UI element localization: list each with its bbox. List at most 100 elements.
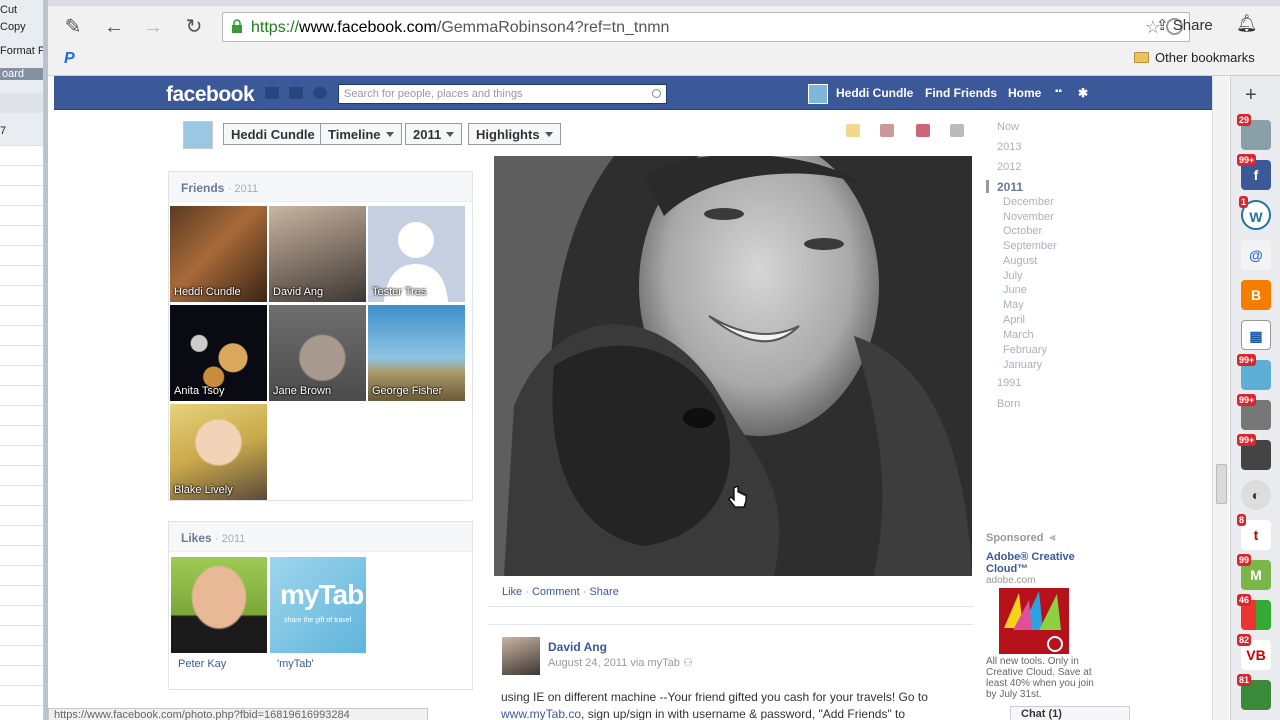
like-name-mytab[interactable]: 'myTab' — [277, 658, 314, 670]
audience-icon[interactable]: ⚇ — [683, 657, 693, 669]
page-scrollbar[interactable] — [1212, 76, 1229, 720]
forward-icon[interactable]: → — [140, 14, 166, 40]
notes-icon[interactable] — [846, 124, 860, 137]
timeline-year-label: 2011 — [413, 127, 442, 142]
timeline-tab-button[interactable]: Timeline — [320, 123, 402, 145]
gift-icon[interactable] — [880, 124, 894, 137]
timeline-view-button[interactable]: Highlights — [468, 123, 561, 145]
notifications-icon[interactable] — [313, 87, 327, 99]
scrubber-month[interactable]: May — [1003, 299, 1024, 311]
friend-tile[interactable]: David Ang — [269, 206, 366, 302]
t-app-icon[interactable]: t8 — [1237, 514, 1271, 550]
reload-icon[interactable]: ↻ — [181, 14, 207, 40]
grid-app-icon[interactable]: ▦ — [1241, 320, 1271, 350]
email-app-icon[interactable]: @ — [1241, 240, 1271, 270]
bookmark-p-icon[interactable]: P — [64, 50, 75, 68]
ad-title[interactable]: Adobe® Creative Cloud™ — [986, 551, 1096, 575]
fb-logo[interactable]: facebook — [166, 83, 255, 107]
share-link[interactable]: Share — [589, 586, 618, 598]
scrubber-year[interactable]: 1991 — [997, 377, 1021, 389]
other-bookmarks[interactable]: Other bookmarks — [1134, 50, 1255, 65]
share-button[interactable]: ⇪ Share — [1156, 16, 1213, 34]
highlight-photo[interactable] — [494, 156, 972, 576]
friend-tile[interactable]: Blake Lively — [170, 404, 267, 500]
wordpress-app-icon[interactable]: W1 — [1239, 196, 1271, 230]
friend-tile[interactable]: George Fisher — [368, 305, 465, 401]
scrubber-month[interactable]: July — [1003, 270, 1023, 282]
chat-button[interactable]: Chat (1) — [1010, 706, 1130, 720]
chevron-down-icon — [446, 132, 455, 137]
address-bar[interactable]: https://www.facebook.com/GemmaRobinson4?… — [222, 12, 1190, 42]
search-icon[interactable] — [652, 89, 661, 98]
scrubber-year-current[interactable]: 2011 — [997, 180, 1023, 194]
edit-icon[interactable]: ✎ — [60, 14, 86, 40]
friend-tile[interactable]: Anita Tsoy — [170, 305, 267, 401]
add-icon[interactable]: + — [1245, 84, 1257, 107]
scrubber-month[interactable]: January — [1003, 359, 1042, 371]
scrubber-month[interactable]: November — [1003, 211, 1054, 223]
friends-title[interactable]: Friends · 2011 — [181, 181, 258, 195]
scrubber-month[interactable]: December — [1003, 196, 1054, 208]
nav-profile[interactable]: Heddi Cundle — [836, 86, 913, 100]
scrubber-month[interactable]: February — [1003, 344, 1047, 356]
timeline-name: Heddi Cundle — [231, 127, 315, 142]
message-icon[interactable] — [950, 124, 964, 137]
scrubber-year[interactable]: Now — [997, 121, 1019, 133]
timeline-name-button[interactable]: Heddi Cundle — [223, 123, 323, 145]
post-author-avatar[interactable] — [502, 637, 540, 675]
ad-image[interactable] — [999, 588, 1069, 654]
back-icon[interactable]: ← — [101, 14, 127, 40]
user-avatar[interactable] — [808, 84, 828, 104]
lock-icon — [232, 19, 242, 33]
fb-search-input[interactable]: Search for people, places and things — [338, 84, 667, 104]
scrubber-month[interactable]: October — [1003, 225, 1042, 237]
like-tile-mytab[interactable]: myTab share the gift of travel — [270, 557, 366, 653]
bookmark-app-icon[interactable]: 99+ — [1237, 354, 1271, 390]
bookmark-app-icon[interactable]: 99+ — [1237, 394, 1271, 430]
like-link[interactable]: Like — [502, 586, 522, 598]
timeline-avatar[interactable] — [183, 121, 213, 149]
bookmark-app-icon[interactable]: 99+ — [1237, 434, 1271, 470]
scrubber-year[interactable]: 2012 — [997, 161, 1021, 173]
m-app-icon[interactable]: M 99 — [1237, 554, 1271, 590]
browser-toolbar: ✎ ← → ↻ https://www.facebook.com/GemmaRo… — [48, 0, 1280, 76]
bell-icon[interactable]: 🔔︎ — [1236, 14, 1258, 34]
nav-find-friends[interactable]: Find Friends — [925, 86, 997, 100]
scrubber-month[interactable]: March — [1003, 329, 1034, 341]
friend-tile[interactable]: Heddi Cundle — [170, 206, 267, 302]
friend-tile[interactable]: Jane Brown — [269, 305, 366, 401]
friend-requests-icon[interactable] — [265, 87, 279, 99]
bookmark-app-icon[interactable]: 81 — [1237, 674, 1271, 710]
post-link[interactable]: www.myTab.co — [501, 707, 581, 720]
facebook-app-icon[interactable]: f 99+ — [1237, 154, 1271, 190]
privacy-icon[interactable]: ▪▪ — [1055, 86, 1062, 97]
like-name-peter-kay[interactable]: Peter Kay — [178, 658, 226, 670]
refresh-app-icon[interactable]: ◐ — [1241, 480, 1271, 510]
messages-icon[interactable] — [289, 87, 303, 99]
friend-name: Blake Lively — [174, 484, 233, 496]
post-author[interactable]: David Ang — [548, 640, 607, 654]
bookmark-app-icon[interactable]: 29 — [1237, 114, 1271, 150]
vb-app-icon[interactable]: VB 82 — [1237, 634, 1271, 670]
person-icon[interactable] — [916, 124, 930, 137]
scrubber-year[interactable]: 2013 — [997, 141, 1021, 153]
scrubber-month[interactable]: June — [1003, 284, 1027, 296]
scrubber-month[interactable]: August — [1003, 255, 1037, 267]
timeline-year-button[interactable]: 2011 — [405, 123, 463, 145]
nav-home[interactable]: Home — [1008, 86, 1041, 100]
like-tile-peter-kay[interactable] — [171, 557, 267, 653]
scrubber-born[interactable]: Born — [997, 398, 1020, 410]
scrubber-month[interactable]: September — [1003, 240, 1057, 252]
bookmark-app-icon[interactable]: 46 — [1237, 594, 1271, 630]
gear-icon[interactable]: ✱ — [1078, 86, 1088, 100]
scrollbar-thumb[interactable] — [1216, 464, 1227, 504]
comment-link[interactable]: Comment — [532, 586, 580, 598]
ad-graphic — [999, 588, 1069, 654]
folder-icon — [1134, 52, 1149, 63]
friend-tile[interactable]: Tester Tres — [368, 206, 465, 302]
scrubber-month[interactable]: April — [1003, 314, 1025, 326]
likes-title[interactable]: Likes · 2011 — [181, 531, 245, 545]
scrubber-marker — [986, 180, 989, 193]
blogger-app-icon[interactable]: B — [1241, 280, 1271, 310]
timeline-tab-label: Timeline — [328, 127, 381, 142]
